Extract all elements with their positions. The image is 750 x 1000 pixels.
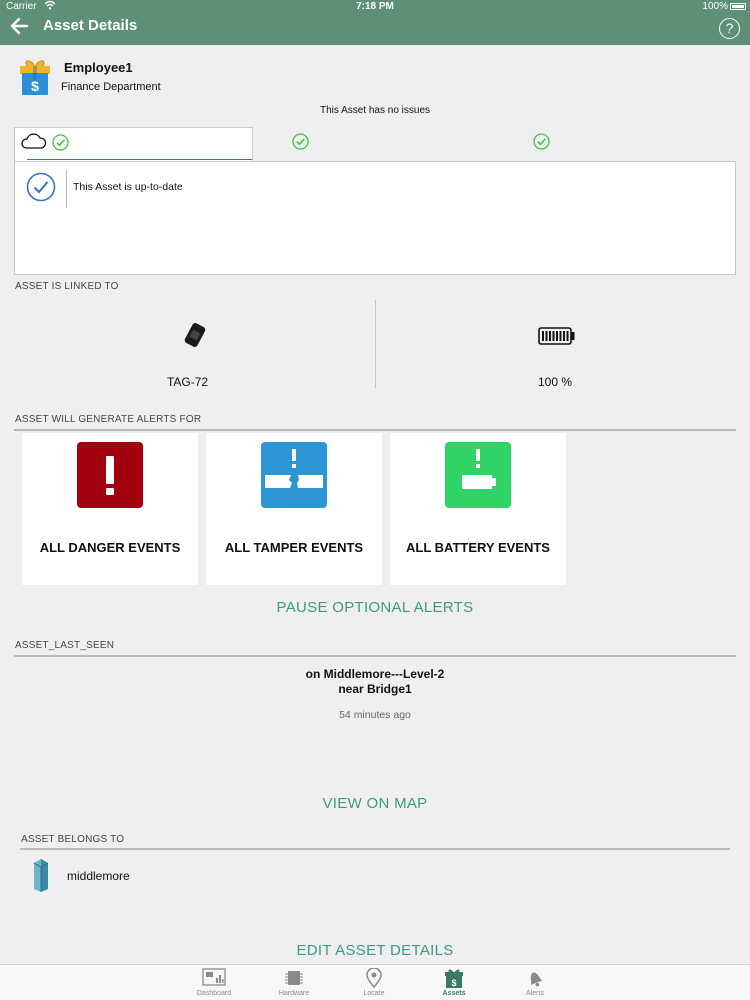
status-battery-icon [730, 3, 746, 10]
danger-icon [77, 442, 143, 508]
section-label-last-seen: ASSET_LAST_SEEN [15, 640, 115, 651]
edit-asset-button[interactable]: EDIT ASSET DETAILS [0, 942, 750, 959]
site-name[interactable]: middlemore [67, 869, 130, 883]
divider [66, 170, 67, 208]
battery-full-icon [538, 327, 576, 345]
status-bar: Carrier 7:18 PM 100% [0, 0, 750, 14]
linked-battery-label: 100 % [537, 375, 573, 389]
help-icon[interactable]: ? [719, 18, 740, 39]
building-icon [33, 858, 49, 892]
tab-label: Locate [363, 990, 385, 997]
check-circle-icon [292, 133, 309, 150]
tab-locate[interactable]: Locate [334, 965, 414, 1000]
tag-device-icon [183, 322, 207, 348]
last-seen-near: near Bridge1 [338, 682, 412, 696]
view-on-map-button[interactable]: VIEW ON MAP [0, 795, 750, 812]
tab-label: Hardware [278, 990, 310, 997]
status-detail-panel: This Asset is up-to-date [14, 161, 736, 275]
section-divider [14, 429, 736, 431]
asset-status-summary: This Asset has no issues [319, 105, 431, 116]
check-circle-icon [52, 134, 69, 151]
alert-card-label: ALL TAMPER EVENTS [224, 540, 364, 555]
page-title: Asset Details [43, 17, 138, 34]
alert-card-label: ALL DANGER EVENTS [39, 540, 181, 555]
section-label-alerts: ASSET WILL GENERATE ALERTS FOR [15, 414, 202, 425]
battery-percent: 100% [702, 1, 728, 12]
status-time: 7:18 PM [356, 1, 394, 12]
last-seen-location: on Middlemore---Level-2 [305, 667, 445, 681]
pause-alerts-button[interactable]: PAUSE OPTIONAL ALERTS [0, 599, 750, 616]
alert-card-battery[interactable]: ALL BATTERY EVENTS [390, 433, 566, 585]
check-circle-icon [26, 172, 56, 202]
alert-card-danger[interactable]: ALL DANGER EVENTS [22, 433, 198, 585]
asset-department: Finance Department [61, 81, 161, 93]
tamper-icon [261, 442, 327, 508]
status-message: This Asset is up-to-date [73, 181, 183, 193]
tab-assets[interactable]: $ Assets [414, 965, 494, 1000]
section-label-linked: ASSET IS LINKED TO [15, 281, 119, 292]
cloud-icon [19, 132, 47, 155]
section-divider [20, 848, 730, 850]
tab-bar: Dashboard Hardware Locate $ Assets Alert… [0, 964, 750, 1000]
check-circle-icon [533, 133, 550, 150]
tab-label: Alerts [526, 990, 544, 997]
gift-dollar-icon: $ [19, 58, 51, 96]
tab-power-status[interactable] [494, 127, 736, 162]
section-divider [14, 655, 736, 657]
tab-hardware[interactable]: Hardware [254, 965, 334, 1000]
back-arrow-icon[interactable] [9, 15, 31, 41]
location-pin-icon [362, 967, 386, 989]
tab-connection-status[interactable] [253, 127, 494, 162]
alert-card-tamper[interactable]: ALL TAMPER EVENTS [206, 433, 382, 585]
gift-dollar-icon: $ [442, 968, 466, 988]
chip-icon [282, 968, 306, 988]
tab-underline [27, 159, 252, 160]
tab-sync-status[interactable] [14, 127, 253, 162]
battery-alert-icon [445, 442, 511, 508]
status-tabs [14, 127, 736, 162]
last-seen-time: 54 minutes ago [339, 709, 411, 721]
asset-name: Employee1 [64, 60, 133, 75]
tab-alerts[interactable]: Alerts [495, 965, 575, 1000]
linked-tag-label: TAG-72 [166, 375, 209, 389]
tab-dashboard[interactable]: Dashboard [174, 965, 254, 1000]
svg-text:$: $ [31, 78, 39, 94]
nav-bar: Asset Details ? [0, 14, 750, 45]
alert-card-label: ALL BATTERY EVENTS [406, 540, 550, 555]
dashboard-icon [202, 968, 226, 988]
svg-text:$: $ [451, 978, 456, 988]
section-label-belongs: ASSET BELONGS TO [21, 834, 125, 845]
tab-label: Assets [442, 990, 466, 997]
tab-label: Dashboard [196, 990, 232, 997]
bell-icon [523, 968, 547, 988]
